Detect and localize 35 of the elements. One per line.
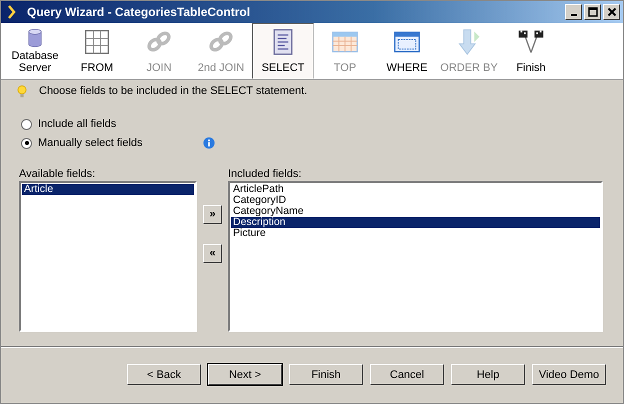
lightbulb-icon <box>17 84 27 98</box>
list-item[interactable]: ArticlePath <box>231 184 600 195</box>
radio-option[interactable]: Manually select fields <box>21 136 203 150</box>
list-label: Available fields: <box>19 168 96 180</box>
dialog-button[interactable]: Next > <box>208 364 282 385</box>
close-button[interactable] <box>603 4 620 20</box>
radio-option[interactable]: Include all fields <box>21 117 603 131</box>
wizard-step[interactable]: WHERE <box>376 23 438 79</box>
info-icon <box>202 137 215 149</box>
chevron-icon <box>7 5 17 19</box>
move-button[interactable]: » <box>203 205 222 224</box>
dialog-button[interactable]: Help <box>451 364 525 385</box>
list-label: Included fields: <box>228 168 302 180</box>
minimize-icon <box>570 14 576 16</box>
close-icon <box>606 7 616 17</box>
maximize-icon <box>588 7 598 17</box>
maximize-button[interactable] <box>584 4 601 20</box>
wizard-step[interactable]: Finish <box>500 23 562 79</box>
dialog-button[interactable]: < Back <box>127 364 201 385</box>
list-item[interactable]: CategoryID <box>231 195 600 206</box>
minimize-button[interactable] <box>565 4 582 20</box>
list-item[interactable]: Description <box>231 217 600 228</box>
list-item[interactable]: CategoryName <box>231 206 600 217</box>
grid-icon <box>83 28 111 56</box>
hint-text: Choose fields to be included in the SELECT statement. <box>39 85 308 97</box>
wizard-step[interactable]: Database Server <box>4 23 66 79</box>
dialog-button[interactable]: Finish <box>289 364 363 385</box>
window-title: Query Wizard - CategoriesTableControl <box>27 5 252 19</box>
wizard-step[interactable]: SELECT <box>252 23 314 79</box>
list-item[interactable]: Picture <box>231 228 600 239</box>
wizard-step[interactable]: FROM <box>66 23 128 79</box>
list-item[interactable]: Article <box>22 184 194 195</box>
move-button[interactable]: « <box>203 244 222 263</box>
dialog-button[interactable]: Cancel <box>370 364 444 385</box>
dialog-button[interactable]: Video Demo <box>532 364 606 385</box>
